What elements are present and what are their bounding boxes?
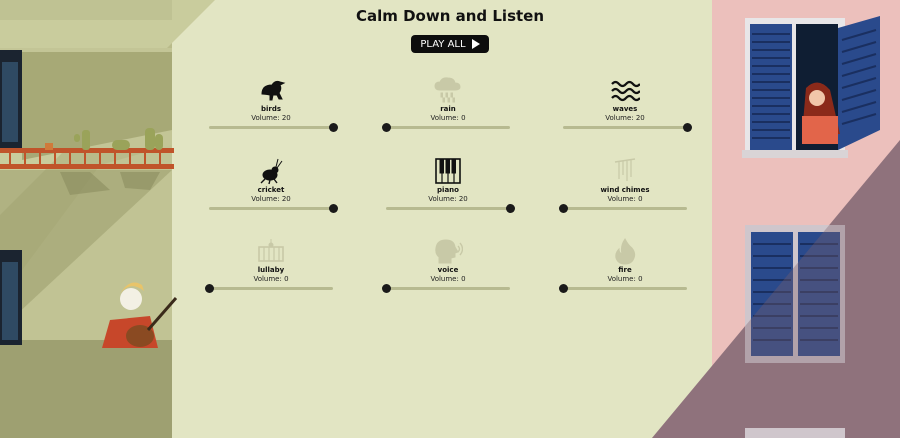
play-icon: [471, 39, 480, 49]
sound-name: wind chimes: [600, 186, 650, 194]
volume-slider-knob[interactable]: [559, 204, 568, 213]
volume-slider-knob[interactable]: [329, 123, 338, 132]
sound-volume-label: Volume: 20: [605, 114, 645, 122]
volume-slider-knob[interactable]: [205, 284, 214, 293]
volume-slider-knob[interactable]: [382, 284, 391, 293]
volume-slider-knob[interactable]: [683, 123, 692, 132]
sound-card-wind-chimes: wind chimes Volume: 0: [559, 157, 690, 229]
sound-name: voice: [437, 266, 459, 274]
piano-keys-icon[interactable]: [433, 157, 463, 185]
cricket-icon[interactable]: [256, 157, 286, 185]
sound-volume-label: Volume: 20: [251, 114, 291, 122]
sound-name: lullaby: [257, 266, 285, 274]
page-title: Calm Down and Listen: [355, 7, 545, 25]
sound-card-cricket: cricket Volume: 20: [206, 157, 338, 229]
sound-name: rain: [440, 105, 456, 113]
sound-card-piano: piano Volume: 20: [383, 157, 515, 229]
sound-card-lullaby: lullaby Volume: 0: [205, 237, 336, 309]
volume-slider-knob[interactable]: [559, 284, 568, 293]
sound-volume-label: Volume: 20: [428, 195, 468, 203]
volume-slider[interactable]: [563, 123, 692, 132]
speaking-head-icon[interactable]: [433, 237, 463, 265]
volume-slider-knob[interactable]: [506, 204, 515, 213]
sound-name: birds: [260, 105, 282, 113]
sound-card-rain: rain Volume: 0: [382, 76, 513, 148]
volume-slider-knob[interactable]: [329, 204, 338, 213]
crib-icon[interactable]: [256, 237, 286, 265]
volume-slider[interactable]: [205, 284, 333, 293]
play-all-button[interactable]: PLAY ALL: [411, 35, 489, 53]
flame-icon[interactable]: [610, 237, 640, 265]
volume-slider[interactable]: [382, 123, 510, 132]
sound-name: waves: [612, 105, 638, 113]
sound-name: fire: [618, 266, 632, 274]
volume-slider[interactable]: [559, 204, 687, 213]
waves-icon[interactable]: [610, 76, 640, 104]
volume-slider-knob[interactable]: [382, 123, 391, 132]
left-building-illustration: [0, 0, 215, 438]
volume-slider[interactable]: [386, 204, 515, 213]
volume-slider[interactable]: [559, 284, 687, 293]
sound-volume-label: Volume: 0: [607, 195, 643, 203]
sound-name: piano: [437, 186, 459, 194]
sound-card-waves: waves Volume: 20: [560, 76, 692, 148]
sound-card-fire: fire Volume: 0: [559, 237, 690, 309]
sound-volume-label: Volume: 0: [607, 275, 643, 283]
volume-slider[interactable]: [209, 123, 338, 132]
sound-volume-label: Volume: 0: [253, 275, 289, 283]
sound-name: cricket: [257, 186, 285, 194]
volume-slider[interactable]: [382, 284, 510, 293]
play-all-label: PLAY ALL: [420, 38, 466, 50]
rain-cloud-icon[interactable]: [433, 76, 463, 104]
sound-card-voice: voice Volume: 0: [382, 237, 513, 309]
sound-volume-label: Volume: 0: [430, 275, 466, 283]
bird-icon[interactable]: [256, 76, 286, 104]
wind-chimes-icon[interactable]: [610, 157, 640, 185]
volume-slider[interactable]: [209, 204, 338, 213]
sound-card-birds: birds Volume: 20: [206, 76, 338, 148]
sound-volume-label: Volume: 20: [251, 195, 291, 203]
sound-volume-label: Volume: 0: [430, 114, 466, 122]
